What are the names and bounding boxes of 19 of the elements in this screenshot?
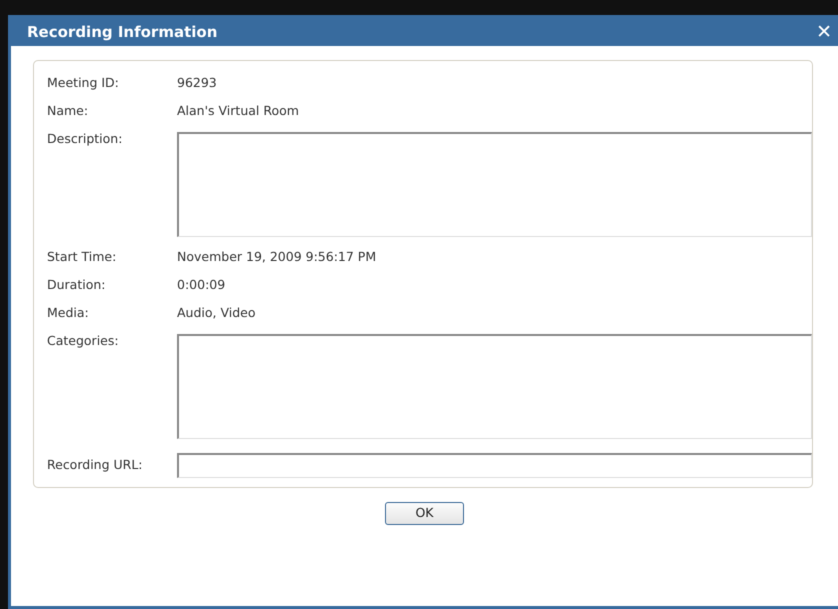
text-area[interactable] <box>177 334 812 439</box>
field-label: Start Time: <box>47 248 118 266</box>
ok-button[interactable]: OK <box>385 502 464 525</box>
field-label: Description: <box>47 130 124 148</box>
window-title: Recording Information <box>27 22 218 43</box>
field-value: 0:00:09 <box>177 276 226 294</box>
field-label: Meeting ID: <box>47 74 120 92</box>
field-label: Duration: <box>47 276 107 294</box>
field-label: Categories: <box>47 332 120 350</box>
field-label: Recording URL: <box>47 456 144 474</box>
field-value: November 19, 2009 9:56:17 PM <box>177 248 376 266</box>
field-label: Media: <box>47 304 90 322</box>
text-area[interactable] <box>177 132 812 237</box>
close-button[interactable]: ✕ <box>816 22 832 42</box>
field-value: Alan's Virtual Room <box>177 102 299 120</box>
field-label: Name: <box>47 102 90 120</box>
field-value: 96293 <box>177 74 217 92</box>
url-field[interactable] <box>177 452 812 478</box>
field-value: Audio, Video <box>177 304 256 322</box>
